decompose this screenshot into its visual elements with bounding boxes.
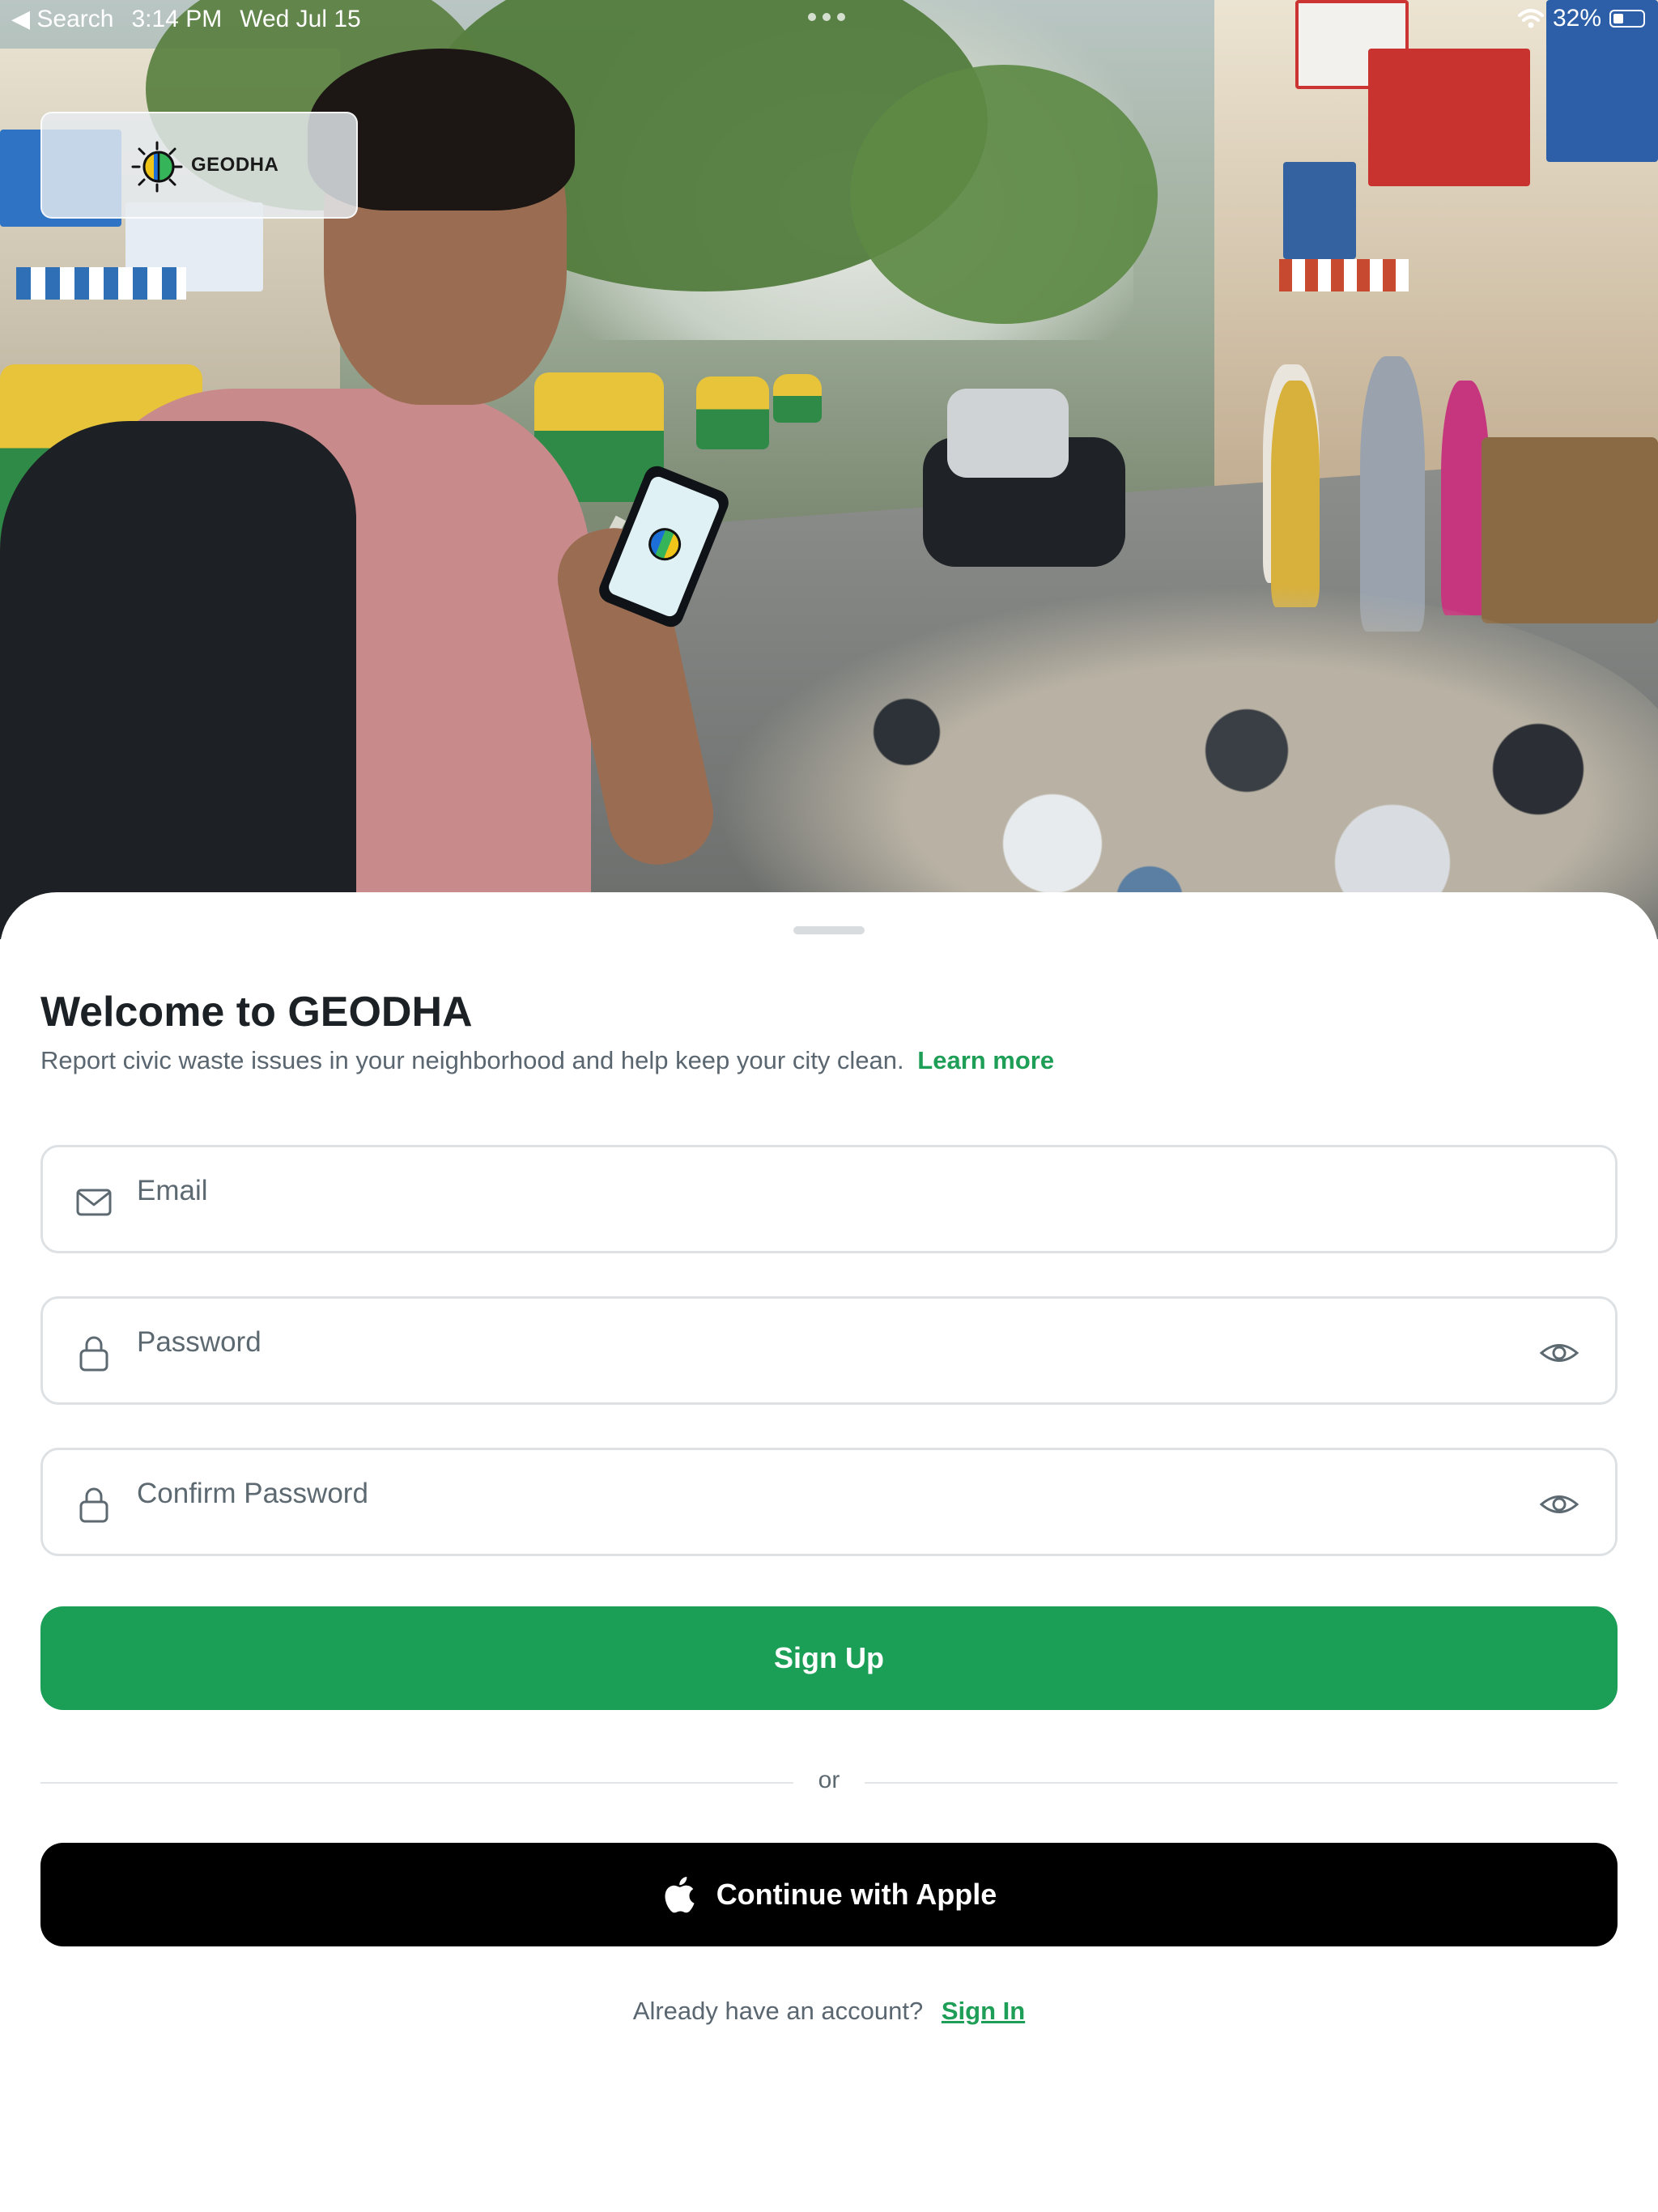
signup-sheet: Welcome to GEODHA Report civic waste iss…	[0, 892, 1658, 2212]
email-field[interactable]	[40, 1145, 1618, 1253]
email-input[interactable]	[137, 1167, 1497, 1215]
envelope-icon	[76, 1189, 112, 1216]
sign-up-label: Sign Up	[774, 1641, 884, 1674]
show-confirm-password-eye-icon[interactable]	[1539, 1486, 1579, 1523]
sign-in-link[interactable]: Sign In	[942, 1997, 1025, 2025]
shop-sign	[1368, 49, 1530, 186]
multitasking-dots[interactable]	[808, 13, 845, 21]
password-input[interactable]	[137, 1318, 1497, 1367]
awning	[16, 267, 186, 300]
shop-sign	[1283, 162, 1356, 259]
pedestrian	[1360, 356, 1425, 632]
awning	[1279, 259, 1409, 291]
status-bar: ◀ Search 3:14 PM Wed Jul 15 32%	[0, 0, 1658, 39]
vendor-stall	[1482, 437, 1658, 623]
lock-icon	[79, 1487, 108, 1523]
password-field[interactable]	[40, 1296, 1618, 1405]
wifi-icon	[1517, 9, 1544, 28]
car	[947, 389, 1069, 478]
battery-percent: 32%	[1552, 5, 1601, 32]
status-time: 3:14 PM	[131, 5, 223, 32]
apple-button-label: Continue with Apple	[716, 1878, 997, 1911]
or-divider: or	[40, 1762, 1618, 1802]
logo-badge: GEODHA	[40, 112, 358, 219]
battery-icon	[1609, 10, 1645, 28]
or-label: or	[818, 1767, 840, 1793]
sheet-grabber[interactable]	[793, 926, 865, 934]
geodha-logo-icon	[131, 141, 183, 193]
signin-row: Already have an account? Sign In	[0, 1997, 1658, 2026]
auto-rickshaw	[773, 374, 822, 423]
logo-text: GEODHA	[191, 154, 279, 176]
back-to-search-link[interactable]: ◀ Search	[11, 5, 113, 33]
apple-logo-icon	[665, 1877, 695, 1913]
pedestrian	[1271, 381, 1320, 607]
subtitle: Report civic waste issues in your neighb…	[40, 1046, 1054, 1075]
lock-icon	[79, 1336, 108, 1372]
backpack	[0, 421, 356, 939]
status-date: Wed Jul 15	[240, 5, 361, 32]
signin-prompt: Already have an account?	[632, 1997, 924, 2025]
learn-more-link[interactable]: Learn more	[917, 1046, 1054, 1074]
page-title: Welcome to GEODHA	[40, 989, 473, 1036]
continue-with-apple-button[interactable]: Continue with Apple	[40, 1843, 1618, 1946]
divider-line	[865, 1782, 1618, 1784]
confirm-password-field[interactable]	[40, 1448, 1618, 1556]
auto-rickshaw	[696, 376, 769, 449]
tree-canopy	[850, 65, 1158, 324]
show-password-eye-icon[interactable]	[1539, 1334, 1579, 1372]
app-logo-icon	[644, 523, 687, 566]
confirm-password-input[interactable]	[137, 1470, 1497, 1518]
sign-up-button[interactable]: Sign Up	[40, 1606, 1618, 1710]
subtitle-text: Report civic waste issues in your neighb…	[40, 1046, 904, 1074]
